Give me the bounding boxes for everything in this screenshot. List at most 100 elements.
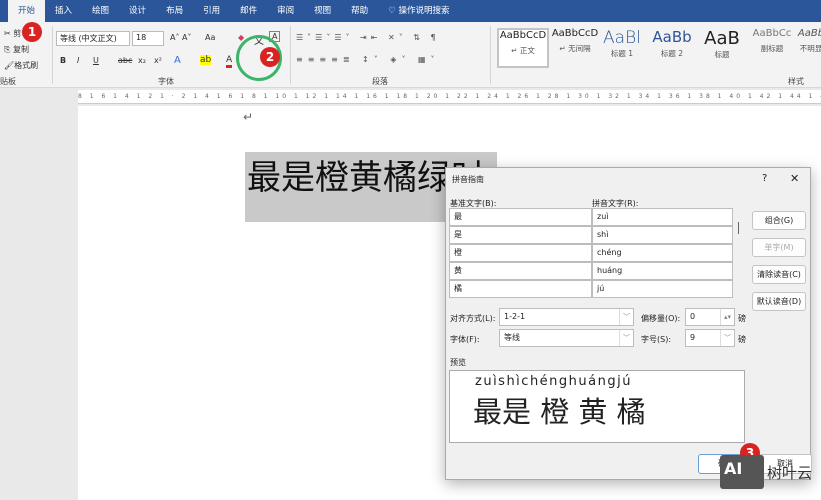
mono-button[interactable]: 单字(M)	[752, 238, 806, 257]
style-title[interactable]: AaB 标题	[696, 28, 748, 68]
grow-font-button[interactable]: A˄ A˅	[170, 33, 192, 42]
style-preview: AaBb	[797, 28, 821, 39]
font-value: 等线	[504, 333, 520, 342]
italic-button[interactable]: I	[77, 56, 79, 65]
divider	[52, 26, 53, 84]
watermark-text: 树叶云	[767, 464, 813, 482]
tab-design[interactable]: 设计	[119, 0, 156, 22]
clipboard-group-label: 贴板	[0, 77, 16, 86]
chevron-down-icon: ﹀	[720, 330, 734, 346]
format-painter-label: 格式刷	[14, 61, 39, 70]
search-label: 操作说明搜索	[398, 6, 450, 16]
style-heading-2[interactable]: AaBb 标题 2	[646, 28, 698, 68]
divider	[290, 26, 291, 84]
style-name: 副标题	[760, 44, 784, 53]
preview-label: 预览	[450, 358, 466, 367]
tell-me-search[interactable]: ♡ 操作说明搜索	[378, 0, 459, 22]
tab-layout[interactable]: 布局	[156, 0, 193, 22]
ribbon-tab-bar: 开始 插入 绘图 设计 布局 引用 邮件 审阅 视图 帮助 ♡ 操作说明搜索	[0, 0, 821, 22]
size-unit: 磅	[738, 335, 746, 344]
style-subtitle[interactable]: AaBbCc 副标题	[746, 28, 798, 68]
size-value: 9	[690, 333, 696, 342]
bold-button[interactable]: B	[60, 56, 66, 65]
text-effects-icon[interactable]: A	[174, 55, 181, 66]
highlight-color-icon[interactable]: ab	[200, 55, 212, 65]
help-button[interactable]: ?	[762, 173, 767, 184]
tab-draw[interactable]: 绘图	[82, 0, 119, 22]
underline-button[interactable]: U	[93, 56, 99, 65]
style-name: 标题 2	[660, 49, 684, 58]
tab-view[interactable]: 视图	[304, 0, 341, 22]
strikethrough-button[interactable]: abc	[118, 56, 132, 65]
chevron-down-icon: ﹀	[619, 330, 633, 346]
group-button[interactable]: 组合(G)	[752, 211, 806, 230]
default-reading-button[interactable]: 默认读音(D)	[752, 292, 806, 311]
align-label: 对齐方式(L):	[450, 314, 496, 323]
base-text-field[interactable]: 是	[449, 226, 592, 244]
close-button[interactable]: ✕	[790, 172, 799, 185]
size-label: 字号(S):	[641, 335, 672, 344]
base-text-field[interactable]: 黄	[449, 262, 592, 280]
align-buttons[interactable]: ≡≡≡≡≣ ↕˅ ◈˅ ▦˅	[296, 55, 440, 64]
list-buttons[interactable]: ☰˅☰˅☰˅ ⇥⇤ ✕˅ ⇅ ¶	[296, 33, 440, 42]
style-name: ↵ 正文	[511, 46, 535, 55]
clear-reading-button[interactable]: 清除读音(C)	[752, 265, 806, 284]
offset-value: 0	[690, 312, 696, 321]
ruby-text-field[interactable]: jú	[592, 280, 733, 298]
ruby-text-field[interactable]: huáng	[592, 262, 733, 280]
offset-unit: 磅	[738, 314, 746, 323]
format-painter-button[interactable]: 🖌格式刷	[4, 60, 38, 71]
change-case-button[interactable]: Aa	[205, 33, 215, 42]
style-subtle-emphasis[interactable]: AaBb 不明显	[796, 28, 821, 68]
style-heading-1[interactable]: AaBl 标题 1	[596, 28, 648, 68]
style-preview: AaBbCcD	[499, 30, 547, 41]
font-size-select[interactable]: 18	[132, 31, 164, 46]
size-select[interactable]: 9 ﹀	[685, 329, 735, 347]
paragraph-mark: ↵	[243, 110, 254, 124]
tab-help[interactable]: 帮助	[341, 0, 378, 22]
phonetic-guide-dialog: 拼音指南 ? ✕ 基准文字(B): 拼音文字(R): 最 zuì 是 shì 橙 chén…	[445, 167, 812, 480]
copy-button[interactable]: ⎘ 复制	[4, 44, 29, 55]
tab-references[interactable]: 引用	[193, 0, 230, 22]
font-group-label: 字体	[158, 77, 174, 86]
preview-box: zuìshìchénghuángjú 最是 橙 黄 橘	[449, 370, 745, 443]
offset-stepper[interactable]: 0 ▴▾	[685, 308, 735, 326]
font-select[interactable]: 等线 ﹀	[499, 329, 634, 347]
preview-base: 最是 橙 黄 橘	[473, 395, 646, 429]
style-name: 标题 1	[610, 49, 634, 58]
style-preview: AaBl	[603, 28, 641, 48]
ruby-text-field[interactable]: zuì	[592, 208, 733, 226]
align-select[interactable]: 1-2-1 ﹀	[499, 308, 634, 326]
ruby-text-field[interactable]: chéng	[592, 244, 733, 262]
base-text-field[interactable]: 橙	[449, 244, 592, 262]
tab-review[interactable]: 审阅	[267, 0, 304, 22]
superscript-button[interactable]: x²	[154, 56, 162, 65]
horizontal-ruler[interactable]: 8 1 6 1 4 1 2 1 · 2 1 4 1 6 1 8 1 10 1 1…	[78, 90, 821, 104]
divider	[490, 26, 491, 84]
tab-home[interactable]: 开始	[8, 0, 46, 22]
subscript-button[interactable]: x₂	[138, 56, 146, 65]
copy-label: 复制	[12, 45, 29, 54]
watermark-logo: AI	[720, 455, 764, 489]
style-name: 不明显	[799, 44, 821, 53]
base-text-field[interactable]: 最	[449, 208, 592, 226]
base-text-field[interactable]: 橘	[449, 280, 592, 298]
tab-insert[interactable]: 插入	[45, 0, 82, 22]
paragraph-group-label: 段落	[372, 77, 388, 86]
tab-mailings[interactable]: 邮件	[230, 0, 267, 22]
ribbon: ✂ 剪切 ⎘ 复制 🖌格式刷 贴板 等线 (中文正文) 18 A˄ A˅ Aa …	[0, 22, 821, 88]
style-name: ↵ 无间隔	[559, 44, 591, 53]
style-preview: AaB	[704, 28, 740, 49]
step-badge-1: 1	[22, 22, 42, 42]
style-normal[interactable]: AaBbCcD ↵ 正文	[497, 28, 549, 68]
offset-label: 偏移量(O):	[641, 314, 681, 323]
style-preview: AaBbCcD	[551, 28, 599, 39]
align-value: 1-2-1	[504, 312, 526, 321]
font-color-icon[interactable]: A	[226, 55, 233, 68]
ruby-text-field[interactable]: shì	[592, 226, 733, 244]
scrollbar[interactable]	[738, 222, 739, 234]
chevron-down-icon: ﹀	[619, 309, 633, 325]
font-name-select[interactable]: 等线 (中文正文)	[56, 31, 130, 46]
style-no-spacing[interactable]: AaBbCcD ↵ 无间隔	[549, 28, 601, 68]
spin-icon[interactable]: ▴▾	[720, 309, 734, 325]
